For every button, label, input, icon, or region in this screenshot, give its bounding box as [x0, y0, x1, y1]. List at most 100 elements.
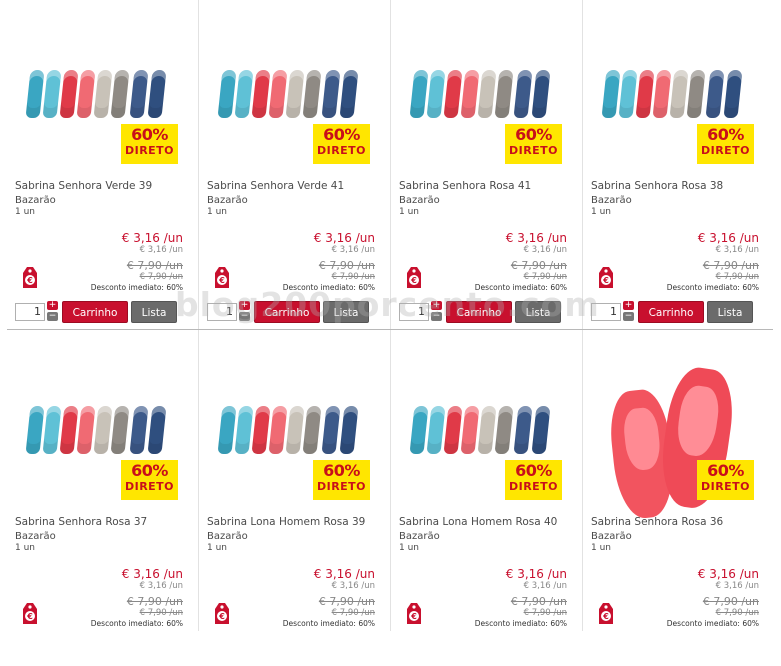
- product-image[interactable]: 60% DIRETO: [212, 58, 372, 173]
- shoe-shape: [601, 70, 621, 118]
- quantity-plus-button[interactable]: +: [623, 301, 634, 310]
- add-to-cart-button[interactable]: Carrinho: [62, 301, 128, 323]
- product-old-price-per-unit: € 7,90 /un: [523, 272, 567, 282]
- shoe-shape: [110, 406, 130, 454]
- product-name[interactable]: Sabrina Senhora Verde 39: [15, 180, 152, 192]
- product-name[interactable]: Sabrina Lona Homem Rosa 40: [399, 516, 557, 528]
- add-to-cart-button[interactable]: Carrinho: [638, 301, 704, 323]
- product-discount-text: Desconto imediato: 60%: [474, 283, 567, 292]
- add-to-list-button[interactable]: Lista: [323, 301, 369, 323]
- svg-text:€: €: [26, 276, 33, 285]
- euro-tag-icon: €: [406, 266, 422, 289]
- product-brand: Bazarão: [399, 531, 440, 542]
- product-discount-text: Desconto imediato: 60%: [282, 619, 375, 628]
- add-to-list-button[interactable]: Lista: [515, 301, 561, 323]
- shoe-shape: [251, 70, 271, 118]
- quantity-input[interactable]: 1: [207, 303, 237, 321]
- shoe-shape: [531, 70, 551, 118]
- product-name[interactable]: Sabrina Senhora Rosa 38: [591, 180, 723, 192]
- add-to-list-button[interactable]: Lista: [131, 301, 177, 323]
- shoe-shape: [409, 406, 429, 454]
- product-old-price-per-unit: € 7,90 /un: [715, 608, 759, 618]
- euro-tag-icon: €: [598, 602, 614, 625]
- quantity-minus-button[interactable]: −: [47, 312, 58, 321]
- shoe-shape: [618, 70, 638, 118]
- product-brand: Bazarão: [207, 531, 248, 542]
- quantity-minus-button[interactable]: −: [623, 312, 634, 321]
- quantity-plus-button[interactable]: +: [47, 301, 58, 310]
- euro-tag-icon: €: [22, 266, 38, 289]
- svg-text:€: €: [26, 612, 33, 621]
- badge-label: DIRETO: [700, 480, 751, 493]
- svg-text:€: €: [410, 276, 417, 285]
- product-old-price-per-unit: € 7,90 /un: [715, 272, 759, 282]
- product-card[interactable]: 60% DIRETO Sabrina Senhora Rosa 41 Bazarão 1…: [384, 0, 576, 330]
- product-discount-text: Desconto imediato: 60%: [474, 619, 567, 628]
- shoe-shape: [302, 406, 322, 454]
- product-image[interactable]: 60% DIRETO: [596, 364, 756, 521]
- shoe-shape: [25, 70, 45, 118]
- add-to-list-button[interactable]: Lista: [707, 301, 753, 323]
- product-unit: 1 un: [399, 207, 419, 217]
- shoe-shape: [129, 70, 149, 118]
- product-name[interactable]: Sabrina Senhora Rosa 41: [399, 180, 531, 192]
- quantity-input[interactable]: 1: [591, 303, 621, 321]
- shoe-shape: [321, 406, 341, 454]
- quantity-input[interactable]: 1: [399, 303, 429, 321]
- quantity-input[interactable]: 1: [15, 303, 45, 321]
- product-image[interactable]: 60% DIRETO: [20, 394, 180, 509]
- product-old-price: € 7,90 /un: [318, 259, 375, 272]
- product-image[interactable]: 60% DIRETO: [596, 58, 756, 173]
- product-name[interactable]: Sabrina Lona Homem Rosa 39: [207, 516, 365, 528]
- product-card[interactable]: 60% DIRETO Sabrina Senhora Verde 39 Bazarão…: [0, 0, 192, 330]
- shoe-shape: [42, 406, 62, 454]
- discount-badge: 60% DIRETO: [313, 460, 370, 500]
- quantity-plus-button[interactable]: +: [239, 301, 250, 310]
- product-price-per-unit: € 3,16 /un: [331, 581, 375, 591]
- shoe-shape: [59, 70, 79, 118]
- add-to-cart-button[interactable]: Carrinho: [446, 301, 512, 323]
- product-card[interactable]: 60% DIRETO Sabrina Senhora Rosa 36 Bazarão 1…: [576, 336, 768, 666]
- product-image[interactable]: 60% DIRETO: [212, 394, 372, 509]
- product-old-price-per-unit: € 7,90 /un: [331, 608, 375, 618]
- product-old-price: € 7,90 /un: [702, 259, 759, 272]
- product-price: € 3,16 /un: [505, 567, 567, 581]
- product-brand: Bazarão: [15, 195, 56, 206]
- product-image-shoes: [25, 70, 170, 120]
- product-price-per-unit: € 3,16 /un: [139, 245, 183, 255]
- quantity-minus-button[interactable]: −: [431, 312, 442, 321]
- product-price-per-unit: € 3,16 /un: [523, 581, 567, 591]
- badge-label: DIRETO: [508, 480, 559, 493]
- discount-badge: 60% DIRETO: [505, 460, 562, 500]
- shoe-shape: [531, 406, 551, 454]
- quantity-minus-button[interactable]: −: [239, 312, 250, 321]
- product-old-price: € 7,90 /un: [702, 595, 759, 608]
- product-card[interactable]: 60% DIRETO Sabrina Senhora Rosa 37 Bazarão 1…: [0, 336, 192, 666]
- product-image-shoes: [409, 406, 554, 456]
- product-name[interactable]: Sabrina Senhora Rosa 36: [591, 516, 723, 528]
- product-brand: Bazarão: [591, 531, 632, 542]
- product-name[interactable]: Sabrina Senhora Verde 41: [207, 180, 344, 192]
- product-old-price-per-unit: € 7,90 /un: [139, 272, 183, 282]
- product-card[interactable]: 60% DIRETO Sabrina Lona Homem Rosa 40 Bazar…: [384, 336, 576, 666]
- product-card[interactable]: 60% DIRETO Sabrina Senhora Verde 41 Bazarão…: [192, 0, 384, 330]
- svg-text:€: €: [602, 276, 609, 285]
- product-price: € 3,16 /un: [121, 567, 183, 581]
- product-card[interactable]: 60% DIRETO Sabrina Senhora Rosa 38 Bazarão 1…: [576, 0, 768, 330]
- product-discount-text: Desconto imediato: 60%: [282, 283, 375, 292]
- product-discount-text: Desconto imediato: 60%: [666, 619, 759, 628]
- svg-text:€: €: [602, 612, 609, 621]
- quantity-plus-button[interactable]: +: [431, 301, 442, 310]
- product-unit: 1 un: [15, 543, 35, 553]
- product-image[interactable]: 60% DIRETO: [404, 394, 564, 509]
- product-card[interactable]: 60% DIRETO Sabrina Lona Homem Rosa 39 Bazar…: [192, 336, 384, 666]
- product-image[interactable]: 60% DIRETO: [20, 58, 180, 173]
- badge-label: DIRETO: [124, 480, 175, 493]
- add-to-cart-button[interactable]: Carrinho: [254, 301, 320, 323]
- product-image[interactable]: 60% DIRETO: [404, 58, 564, 173]
- product-name[interactable]: Sabrina Senhora Rosa 37: [15, 516, 147, 528]
- product-unit: 1 un: [591, 207, 611, 217]
- shoe-shape: [494, 406, 514, 454]
- product-brand: Bazarão: [399, 195, 440, 206]
- shoe-shape: [42, 70, 62, 118]
